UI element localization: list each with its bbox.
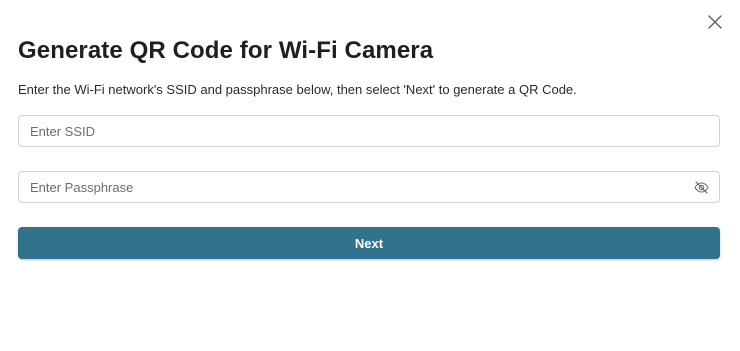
ssid-input[interactable] <box>19 116 719 146</box>
qr-code-dialog: Generate QR Code for Wi-Fi Camera Enter … <box>0 0 740 351</box>
ssid-field <box>18 115 720 147</box>
close-icon <box>708 15 722 29</box>
eye-slash-icon <box>694 181 709 194</box>
dialog-description: Enter the Wi-Fi network's SSID and passp… <box>18 82 577 97</box>
next-button[interactable]: Next <box>18 227 720 259</box>
close-button[interactable] <box>706 13 724 31</box>
show-passphrase-toggle[interactable] <box>693 179 710 196</box>
dialog-title: Generate QR Code for Wi-Fi Camera <box>18 37 434 64</box>
passphrase-input[interactable] <box>19 172 719 202</box>
passphrase-field <box>18 171 720 203</box>
